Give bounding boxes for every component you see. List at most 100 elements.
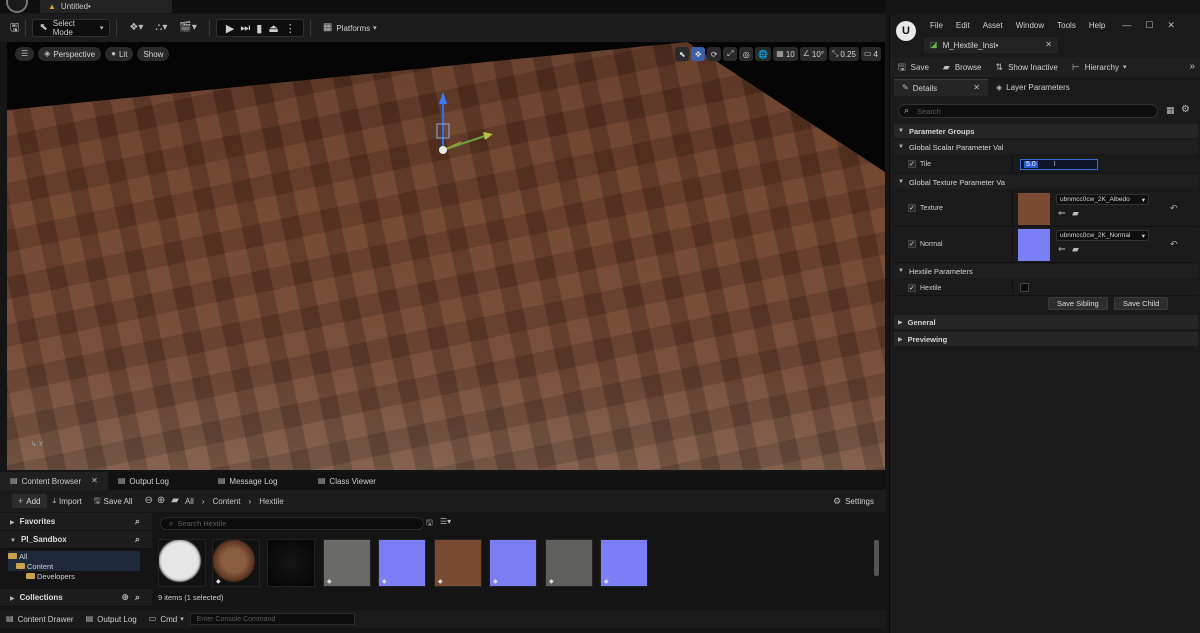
- asset-view-scrollbar[interactable]: [874, 540, 879, 576]
- output-log-button[interactable]: ▤ Output Log: [80, 610, 143, 628]
- texture-checkbox[interactable]: ✓: [908, 204, 916, 212]
- scale-tool-icon[interactable]: ⤢: [723, 47, 738, 61]
- gear-icon[interactable]: ⚙: [1181, 105, 1190, 115]
- content-drawer-button[interactable]: ▤ Content Drawer: [0, 610, 80, 628]
- play-icon[interactable]: ▶: [226, 22, 234, 35]
- tree-item-developers[interactable]: Developers: [8, 571, 152, 581]
- hextile-value-checkbox[interactable]: [1020, 283, 1029, 292]
- section-general[interactable]: ▶ General: [894, 315, 1198, 329]
- maximize-icon[interactable]: ☐: [1145, 20, 1153, 30]
- add-button[interactable]: + Add: [12, 494, 47, 508]
- menu-edit[interactable]: Edit: [956, 21, 970, 30]
- more-icon[interactable]: ⋮: [285, 22, 296, 35]
- rotate-tool-icon[interactable]: ⟳: [707, 47, 722, 61]
- asset-thumbnail-black[interactable]: [267, 539, 315, 587]
- import-button[interactable]: ⤓ Import: [47, 492, 88, 510]
- use-selected-icon[interactable]: ⇐: [1058, 245, 1066, 254]
- lit-button[interactable]: ● Lit: [105, 47, 134, 61]
- toolbar-overflow-icon[interactable]: »: [1189, 62, 1195, 72]
- camera-speed-button[interactable]: ▭ 4: [860, 47, 881, 61]
- normal-checkbox[interactable]: ✓: [908, 240, 916, 248]
- tree-item-all[interactable]: All: [8, 551, 140, 561]
- cmd-dropdown[interactable]: ▭ Cmd ▾: [143, 610, 190, 628]
- close-icon[interactable]: ✕: [1045, 41, 1052, 49]
- level-viewport[interactable]: ☰ ◈ Perspective ● Lit Show ⬉ ✥ ⟳ ⤢ ◎ 🌐 ▦…: [7, 42, 885, 470]
- section-global-scalar[interactable]: ▼ Global Scalar Parameter Val: [894, 140, 1198, 154]
- save-sibling-button[interactable]: Save Sibling: [1048, 297, 1108, 310]
- section-hextile-parameters[interactable]: ▼ Hextile Parameters: [894, 264, 1198, 278]
- search-icon[interactable]: ⌕: [135, 535, 140, 544]
- filter-icon[interactable]: ☰▾: [440, 518, 451, 526]
- asset-thumbnail-normal-3[interactable]: ◆: [600, 539, 648, 587]
- translate-tool-icon[interactable]: ✥: [691, 47, 706, 61]
- menu-tools[interactable]: Tools: [1057, 21, 1076, 30]
- breadcrumb-item[interactable]: All: [185, 497, 194, 506]
- asset-thumbnail-normal-2[interactable]: ◆: [489, 539, 537, 587]
- minimize-icon[interactable]: —: [1122, 20, 1131, 30]
- cinematics-button[interactable]: 🎬▾: [173, 19, 202, 37]
- asset-thumbnail-sphere-white[interactable]: [158, 539, 206, 587]
- asset-thumbnail-normal-1[interactable]: ◆: [378, 539, 426, 587]
- unreal-logo-icon[interactable]: [6, 0, 28, 13]
- close-icon[interactable]: ✕: [973, 84, 980, 92]
- tab-layer-parameters[interactable]: ◈ Layer Parameters: [988, 79, 1078, 96]
- history-forward-icon[interactable]: ⊕: [157, 496, 165, 506]
- section-previewing[interactable]: ▶ Previewing: [894, 332, 1198, 346]
- tab-output-log[interactable]: ▤ Output Log: [108, 472, 208, 490]
- console-input[interactable]: Enter Console Command: [189, 613, 355, 625]
- search-icon[interactable]: ⌕: [135, 593, 140, 602]
- save-search-icon[interactable]: 🖫: [426, 519, 433, 527]
- settings-button[interactable]: ⚙ Settings: [827, 492, 880, 510]
- search-icon[interactable]: ⌕: [135, 517, 140, 526]
- collections-header[interactable]: ▶ Collections ⊕ ⌕: [0, 589, 152, 607]
- hierarchy-button[interactable]: ⊢ Hierarchy ▾: [1072, 62, 1127, 72]
- favorites-header[interactable]: ▶ Favorites ⌕: [0, 513, 152, 531]
- asset-thumbnail-albedo[interactable]: ◆: [434, 539, 482, 587]
- scale-snap-button[interactable]: ⤡ 0.25: [829, 47, 859, 61]
- texture-thumbnail[interactable]: [1018, 193, 1050, 225]
- section-parameter-groups[interactable]: ▼ Parameter Groups: [894, 124, 1198, 138]
- menu-asset[interactable]: Asset: [983, 21, 1003, 30]
- eject-icon[interactable]: ⏏: [268, 22, 278, 35]
- browse-asset-icon[interactable]: ▰: [1072, 245, 1079, 254]
- normal-thumbnail[interactable]: [1018, 229, 1050, 261]
- tab-content-browser[interactable]: ▤ Content Browser ✕: [0, 472, 108, 490]
- save-button[interactable]: 🖫 Save: [898, 62, 929, 72]
- tile-value-input[interactable]: 5.0 I: [1020, 159, 1098, 170]
- close-window-icon[interactable]: ✕: [1167, 20, 1175, 30]
- hextile-override-checkbox[interactable]: ✓: [908, 284, 916, 292]
- add-collection-icon[interactable]: ⊕: [121, 593, 129, 602]
- asset-search-input[interactable]: ⌕ Search Hextile: [160, 517, 424, 530]
- save-icon[interactable]: 🖫: [10, 22, 19, 34]
- save-all-button[interactable]: 🖫 Save All: [88, 492, 139, 510]
- transform-gizmo[interactable]: [427, 90, 507, 160]
- tile-checkbox[interactable]: ✓: [908, 160, 916, 168]
- stop-icon[interactable]: ▮: [256, 22, 262, 35]
- asset-thumbnail-roughness[interactable]: ◆: [545, 539, 593, 587]
- show-button[interactable]: Show: [137, 47, 170, 61]
- details-search-input[interactable]: ⌕ Search: [898, 104, 1158, 118]
- project-header[interactable]: ▼ PI_Sandbox ⌕: [0, 531, 152, 549]
- table-view-icon[interactable]: ▦: [1166, 106, 1175, 115]
- asset-thumbnail-sphere-ground[interactable]: ◆: [212, 539, 260, 587]
- section-global-texture[interactable]: ▼ Global Texture Parameter Va: [894, 175, 1198, 189]
- reset-to-default-icon[interactable]: ↶: [1170, 203, 1178, 214]
- menu-help[interactable]: Help: [1089, 21, 1105, 30]
- breadcrumb-item[interactable]: Content: [213, 497, 241, 506]
- tab-message-log[interactable]: ▤ Message Log: [208, 472, 308, 490]
- menu-window[interactable]: Window: [1016, 21, 1044, 30]
- asset-editor-tab[interactable]: ◪ M_Hextile_Inst• ✕: [924, 37, 1058, 53]
- save-child-button[interactable]: Save Child: [1114, 297, 1169, 310]
- tree-item-content[interactable]: Content: [8, 561, 140, 571]
- rotation-snap-button[interactable]: ∠ 10°: [799, 47, 827, 61]
- tab-details[interactable]: ✎ Details ✕: [894, 79, 988, 96]
- history-back-icon[interactable]: ⊖: [144, 496, 152, 506]
- menu-file[interactable]: File: [930, 21, 943, 30]
- document-tab[interactable]: ▲ Untitled•: [40, 0, 172, 13]
- breadcrumb-item[interactable]: Hextile: [259, 497, 283, 506]
- add-actor-button[interactable]: ❖▾: [123, 19, 149, 37]
- world-space-icon[interactable]: 🌐: [755, 47, 772, 61]
- perspective-button[interactable]: ◈ Perspective: [38, 47, 102, 61]
- tab-class-viewer[interactable]: ▤ Class Viewer: [308, 472, 386, 490]
- platforms-dropdown[interactable]: ▦ Platforms ▾: [317, 19, 383, 37]
